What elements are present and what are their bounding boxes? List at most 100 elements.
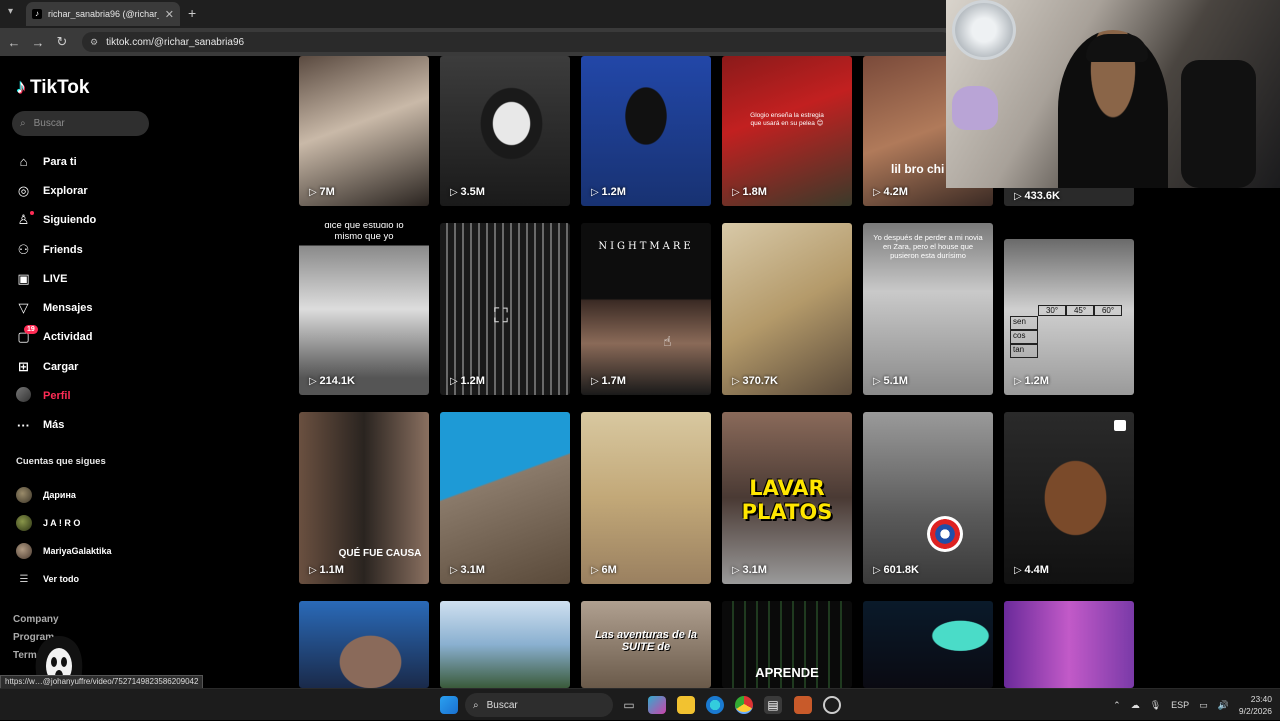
video-tile[interactable]: NIGHTMARE ☝ 1.7M xyxy=(581,223,711,395)
sidebar-nav: ⌂ Para ti ◎ Explorar ♙ Siguiendo ⚇ Friends ▣… xyxy=(16,147,96,440)
video-tile[interactable]: 4.4M xyxy=(1004,412,1134,584)
tiktok-favicon-icon: ♪ xyxy=(32,9,42,19)
view-count: 1.2M xyxy=(450,375,484,387)
video-tile[interactable]: 6M xyxy=(581,412,711,584)
sidebar-item-mensajes[interactable]: ▽ Mensajes xyxy=(16,293,96,322)
volume-icon[interactable]: 🔊 xyxy=(1218,700,1229,711)
video-caption: Glogio enseña la estregia que usará en s… xyxy=(750,112,824,127)
video-tile[interactable] xyxy=(1004,601,1134,688)
fullscreen-icon[interactable]: ⛶ xyxy=(494,305,508,328)
video-tile[interactable]: 370.7K xyxy=(722,223,852,395)
view-count: 4.2M xyxy=(873,186,907,198)
search-input[interactable]: ⌕ Buscar xyxy=(12,111,149,136)
avatar xyxy=(16,487,32,503)
see-all-link[interactable]: ☰ Ver todo xyxy=(16,565,112,593)
taskbar-search[interactable]: ⌕ Buscar xyxy=(465,693,613,717)
obs-icon[interactable] xyxy=(823,696,841,714)
account-name: Дарина xyxy=(43,490,76,500)
video-tile[interactable]: Yo después de perder a mi novia en Zara,… xyxy=(863,223,993,395)
windows-start-icon[interactable] xyxy=(440,696,458,714)
home-icon: ⌂ xyxy=(19,154,28,170)
video-tile[interactable]: 3.1M xyxy=(440,412,570,584)
reload-icon[interactable]: ↻ xyxy=(50,34,74,50)
tab-title: richar_sanabria96 (@richar_sa… xyxy=(48,9,159,19)
chair xyxy=(1181,60,1256,188)
video-tile[interactable]: 30° 45° 60° sen cos tan 1.2M xyxy=(1004,239,1134,395)
sidebar-item-explorar[interactable]: ◎ Explorar xyxy=(16,176,96,205)
site-info-icon[interactable]: ⚙ xyxy=(90,37,98,48)
close-tab-icon[interactable]: ✕ xyxy=(165,8,174,21)
video-tile[interactable] xyxy=(863,601,993,688)
cloud-icon[interactable]: ☁ xyxy=(1131,700,1140,711)
system-tray: ⌃ ☁ 🎙 ESP ▭ 🔊 23:40 9/2/2026 xyxy=(1113,689,1272,721)
browser-tab[interactable]: ♪ richar_sanabria96 (@richar_sa… ✕ xyxy=(26,2,180,26)
tiktok-logo[interactable]: ♪ TikTok xyxy=(16,76,89,99)
microphone-icon[interactable]: 🎙 xyxy=(1150,700,1161,711)
trig-header: 45° xyxy=(1066,305,1094,316)
view-count: 433.6K xyxy=(1014,190,1059,202)
video-tile[interactable]: Las aventuras de la SUITE de xyxy=(581,601,711,688)
view-count: 3.5M xyxy=(450,186,484,198)
video-tile[interactable]: QUÉ FUE CAUSA 1.1M xyxy=(299,412,429,584)
chevron-up-icon[interactable]: ⌃ xyxy=(1113,700,1121,711)
sidebar-item-label: Para ti xyxy=(43,155,77,168)
video-tile[interactable]: 7M xyxy=(299,56,429,206)
video-tile[interactable]: ⛶ 1.2M xyxy=(440,223,570,395)
language-indicator[interactable]: ESP xyxy=(1171,700,1189,710)
video-tile[interactable]: dice que estudio lo mismo que yo 214.1K xyxy=(299,223,429,395)
messages-icon: ▽ xyxy=(18,300,29,316)
sidebar-item-friends[interactable]: ⚇ Friends xyxy=(16,235,96,264)
footer-link-company[interactable]: Company xyxy=(13,611,59,629)
sidebar-item-label: Cargar xyxy=(43,360,79,373)
back-icon[interactable]: ← xyxy=(2,35,26,50)
video-tile[interactable]: 601.8K xyxy=(863,412,993,584)
sidebar-item-siguiendo[interactable]: ♙ Siguiendo xyxy=(16,206,96,235)
new-tab-icon[interactable]: + xyxy=(188,5,196,21)
task-view-icon[interactable]: ▭ xyxy=(620,696,638,714)
sidebar-item-mas[interactable]: ··· Más xyxy=(16,411,96,440)
search-placeholder: Buscar xyxy=(33,118,65,129)
monitor-icon[interactable]: ▭ xyxy=(1199,700,1208,711)
app-icon[interactable] xyxy=(794,696,812,714)
following-account[interactable]: J A ! R O xyxy=(16,509,112,537)
live-icon: ▣ xyxy=(17,270,30,286)
trig-header: 60° xyxy=(1094,305,1122,316)
video-caption: NIGHTMARE xyxy=(598,241,694,252)
sidebar-item-para-ti[interactable]: ⌂ Para ti xyxy=(16,147,96,176)
see-all-label: Ver todo xyxy=(43,574,80,584)
clock[interactable]: 23:40 9/2/2026 xyxy=(1239,693,1272,717)
streamer-hair xyxy=(1086,34,1148,62)
copilot-icon[interactable] xyxy=(648,696,666,714)
chrome-icon[interactable] xyxy=(735,696,753,714)
shield-icon xyxy=(927,516,963,552)
activity-badge: 19 xyxy=(24,324,38,334)
status-link-preview: https://w…@johanyuffre/video/75271498235… xyxy=(0,675,204,689)
url-field[interactable]: ⚙ tiktok.com/@richar_sanabria96 xyxy=(82,32,952,52)
video-tile[interactable] xyxy=(440,601,570,688)
file-explorer-icon[interactable] xyxy=(677,696,695,714)
video-tile[interactable]: 3.5M xyxy=(440,56,570,206)
store-icon[interactable]: ▤ xyxy=(764,696,782,714)
video-tile[interactable]: APRENDE xyxy=(722,601,852,688)
tab-search-icon[interactable]: ▾ xyxy=(8,6,13,17)
sidebar-item-actividad[interactable]: ▢ 19 Actividad xyxy=(16,323,96,352)
sidebar-item-cargar[interactable]: ⊞ Cargar xyxy=(16,352,96,381)
following-account[interactable]: MariyaGalaktika xyxy=(16,537,112,565)
sidebar-item-label: LIVE xyxy=(43,272,68,285)
video-tile[interactable]: LAVAR PLATOS 3.1M xyxy=(722,412,852,584)
forward-icon[interactable]: → xyxy=(26,35,50,50)
view-count: 1.2M xyxy=(591,186,625,198)
following-account[interactable]: Дарина xyxy=(16,481,112,509)
edge-icon[interactable] xyxy=(706,696,724,714)
video-tile[interactable]: 1.2M xyxy=(581,56,711,206)
tiktok-note-icon: ♪ xyxy=(16,76,26,98)
trig-row-label: tan xyxy=(1010,344,1038,358)
sidebar-item-label: Explorar xyxy=(43,184,88,197)
following-section-title: Cuentas que sigues xyxy=(16,456,106,467)
video-caption: dice que estudio lo mismo que yo xyxy=(324,223,404,242)
video-tile[interactable] xyxy=(299,601,429,688)
video-tile[interactable]: 433.6K xyxy=(1004,186,1134,206)
sidebar-item-perfil[interactable]: Perfil xyxy=(16,381,96,410)
video-tile[interactable]: Glogio enseña la estregia que usará en s… xyxy=(722,56,852,206)
sidebar-item-live[interactable]: ▣ LIVE xyxy=(16,264,96,293)
